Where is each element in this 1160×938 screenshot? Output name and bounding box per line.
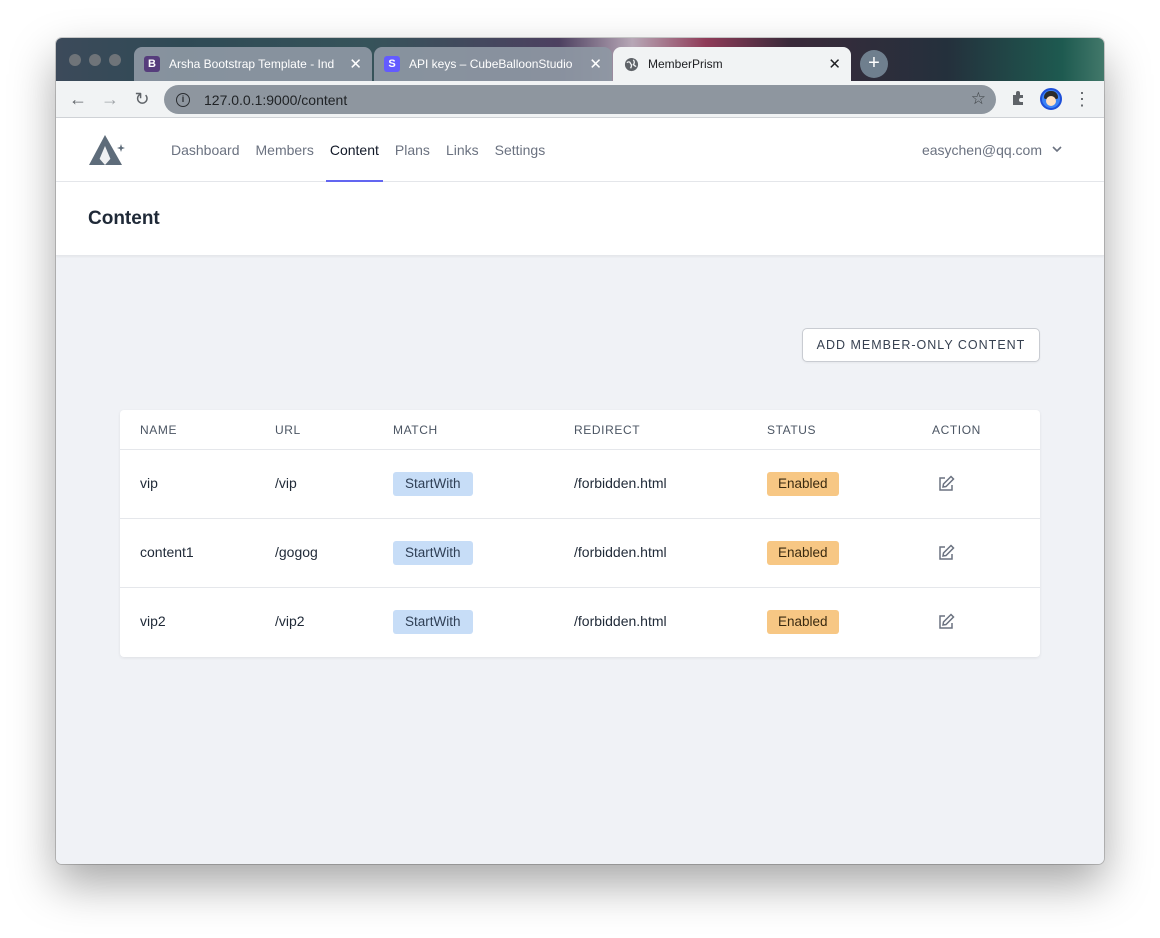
back-icon[interactable]: ← [68, 89, 88, 109]
main-nav: Dashboard Members Content Plans Links Se… [167, 118, 557, 182]
row-url: /gogog [275, 544, 318, 560]
table-header: NAME URL MATCH REDIRECT STATUS ACTION [120, 410, 1040, 450]
row-url: /vip [275, 475, 297, 491]
nav-plans[interactable]: Plans [391, 118, 434, 182]
user-menu[interactable]: easychen@qq.com [922, 142, 1062, 158]
zoom-window-button[interactable] [109, 54, 121, 66]
column-header-match: MATCH [393, 423, 438, 437]
row-redirect: /forbidden.html [574, 544, 667, 560]
globe-icon [623, 56, 639, 72]
tab-strip: B Arsha Bootstrap Template - Ind ✕ S API… [56, 38, 1104, 81]
row-name: vip [140, 475, 158, 491]
memberprism-logo-icon[interactable] [88, 133, 126, 167]
bookmark-star-icon[interactable]: ☆ [971, 89, 986, 109]
table-row: vip /vip StartWith /forbidden.html Enabl… [120, 450, 1040, 519]
stripe-icon: S [384, 56, 400, 72]
status-badge: Enabled [767, 472, 839, 496]
close-window-button[interactable] [69, 54, 81, 66]
profile-avatar[interactable] [1040, 88, 1062, 110]
browser-window: B Arsha Bootstrap Template - Ind ✕ S API… [56, 38, 1104, 864]
tab-api-keys[interactable]: S API keys – CubeBalloonStudio ✕ [374, 47, 612, 81]
top-navbar: Dashboard Members Content Plans Links Se… [56, 118, 1104, 182]
row-url: /vip2 [275, 613, 305, 629]
status-badge: Enabled [767, 541, 839, 565]
content-table: NAME URL MATCH REDIRECT STATUS ACTION vi… [120, 410, 1040, 657]
user-email: easychen@qq.com [921, 142, 1042, 158]
match-badge: StartWith [393, 610, 473, 634]
minimize-window-button[interactable] [89, 54, 101, 66]
row-redirect: /forbidden.html [574, 613, 667, 629]
new-tab-button[interactable]: + [860, 50, 888, 78]
menu-kebab-icon[interactable]: ⋮ [1072, 89, 1092, 109]
tab-memberprism[interactable]: MemberPrism ✕ [613, 47, 851, 81]
forward-icon[interactable]: → [100, 89, 120, 109]
edit-icon[interactable] [936, 543, 956, 563]
extensions-icon[interactable] [1008, 89, 1028, 109]
reload-icon[interactable]: ↻ [132, 89, 152, 109]
column-header-redirect: REDIRECT [574, 423, 641, 437]
row-name: content1 [140, 544, 194, 560]
bootstrap-icon: B [144, 56, 160, 72]
nav-dashboard[interactable]: Dashboard [167, 118, 244, 182]
row-name: vip2 [140, 613, 166, 629]
column-header-status: STATUS [767, 423, 817, 437]
column-header-action: ACTION [932, 423, 981, 437]
app-content: Dashboard Members Content Plans Links Se… [56, 118, 1104, 864]
edit-icon[interactable] [936, 612, 956, 632]
edit-icon[interactable] [936, 474, 956, 494]
tab-title: API keys – CubeBalloonStudio [409, 57, 573, 71]
chevron-down-icon [1052, 145, 1062, 156]
match-badge: StartWith [393, 541, 473, 565]
table-row: vip2 /vip2 StartWith /forbidden.html Ena… [120, 588, 1040, 657]
browser-toolbar: ← → ↻ i 127.0.0.1:9000/content ☆ ⋮ [56, 81, 1104, 118]
nav-settings[interactable]: Settings [491, 118, 550, 182]
nav-members[interactable]: Members [252, 118, 318, 182]
address-bar[interactable]: i 127.0.0.1:9000/content ☆ [164, 85, 996, 114]
match-badge: StartWith [393, 472, 473, 496]
nav-links[interactable]: Links [442, 118, 483, 182]
page-title: Content [88, 208, 160, 229]
nav-content[interactable]: Content [325, 118, 383, 182]
close-icon[interactable]: ✕ [589, 57, 602, 72]
info-icon[interactable]: i [176, 92, 190, 107]
close-icon[interactable]: ✕ [828, 57, 841, 72]
tab-title: MemberPrism [648, 57, 723, 71]
page-header: Content [56, 182, 1104, 256]
table-row: content1 /gogog StartWith /forbidden.htm… [120, 519, 1040, 588]
add-member-only-content-button[interactable]: ADD MEMBER-ONLY CONTENT [802, 328, 1040, 362]
column-header-url: URL [275, 423, 301, 437]
tab-arsha[interactable]: B Arsha Bootstrap Template - Ind ✕ [134, 47, 372, 81]
status-badge: Enabled [767, 610, 839, 634]
row-redirect: /forbidden.html [574, 475, 667, 491]
close-icon[interactable]: ✕ [349, 57, 362, 72]
tab-title: Arsha Bootstrap Template - Ind [169, 57, 335, 71]
url-text: 127.0.0.1:9000/content [204, 91, 348, 108]
column-header-name: NAME [140, 423, 178, 437]
